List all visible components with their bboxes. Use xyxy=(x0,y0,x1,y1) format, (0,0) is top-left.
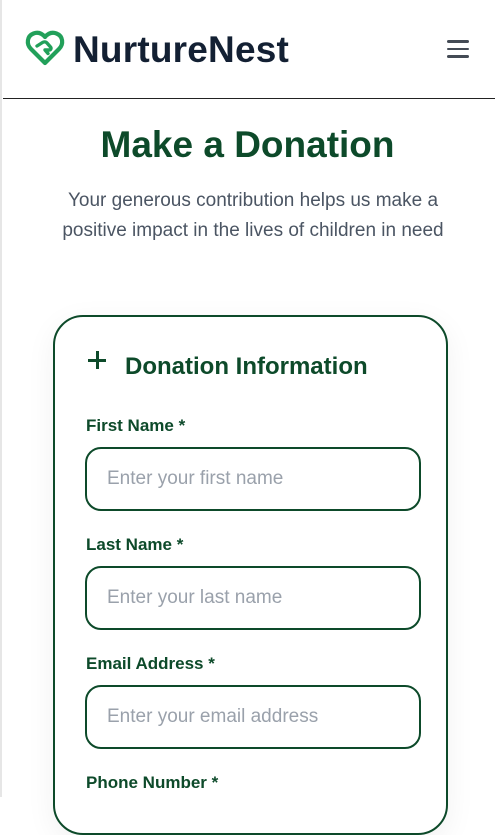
site-header: NurtureNest xyxy=(3,0,495,99)
hamburger-menu-button[interactable] xyxy=(443,34,473,64)
brand-name[interactable]: NurtureNest xyxy=(73,27,289,73)
form-section-title: Donation Information xyxy=(125,353,368,380)
first-name-input[interactable] xyxy=(85,447,421,511)
email-input[interactable] xyxy=(85,685,421,749)
phone-label: Phone Number * xyxy=(86,773,219,792)
heart-hands-icon[interactable] xyxy=(24,27,66,69)
left-edge-rule xyxy=(0,0,2,797)
last-name-label: Last Name * xyxy=(86,535,184,554)
email-label: Email Address * xyxy=(86,654,215,673)
menu-bar-icon xyxy=(447,55,469,58)
first-name-label: First Name * xyxy=(86,416,186,435)
menu-bar-icon xyxy=(447,47,469,50)
plus-icon xyxy=(88,351,106,369)
last-name-input[interactable] xyxy=(85,566,421,630)
page-subtitle: Your generous contribution helps us make… xyxy=(62,190,444,241)
menu-bar-icon xyxy=(447,40,469,43)
page-title: Make a Donation xyxy=(100,124,395,165)
